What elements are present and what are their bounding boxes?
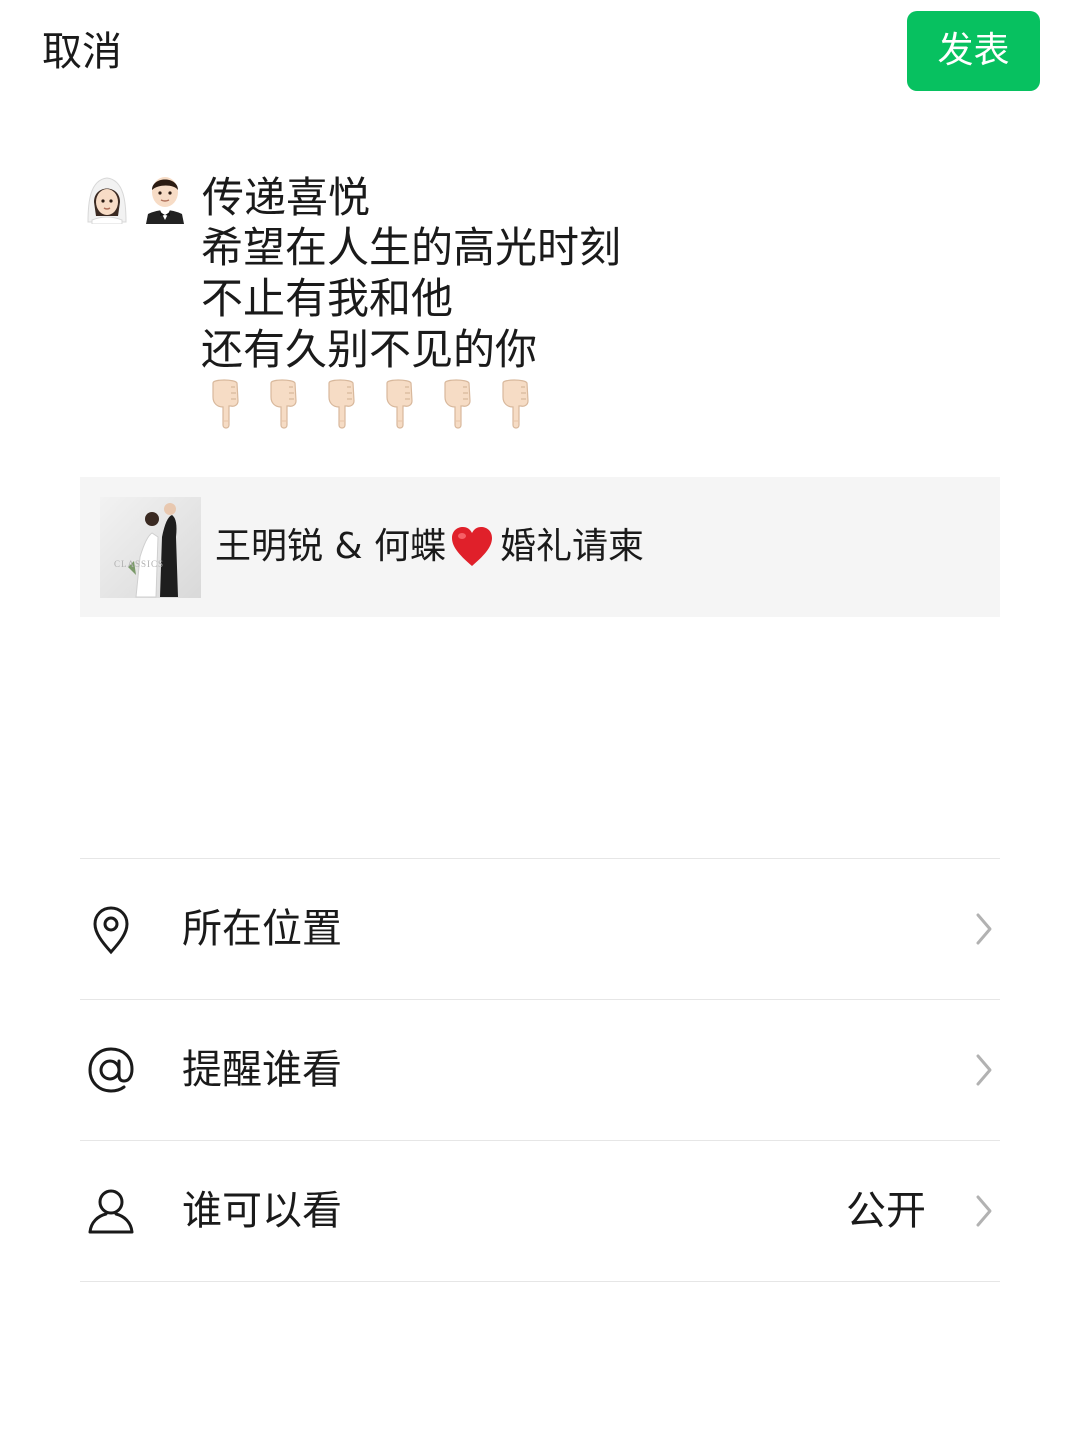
link-title-suffix: 婚礼请柬 bbox=[499, 526, 644, 567]
cancel-button[interactable]: 取消 bbox=[42, 26, 122, 78]
option-visibility-value: 公开 bbox=[846, 1188, 926, 1234]
option-mention-label: 提醒谁看 bbox=[182, 1047, 342, 1093]
post-line-2: 不止有我和他 bbox=[201, 274, 454, 323]
post-line-1: 希望在人生的高光时刻 bbox=[201, 223, 622, 272]
link-card-title: 王明锐 & 何蝶 婚礼请柬 bbox=[215, 525, 644, 569]
backhand-index-pointing-down-emoji bbox=[386, 379, 413, 429]
wedding-photo-thumbnail: CLASSICS bbox=[100, 496, 201, 598]
person-icon bbox=[88, 1189, 134, 1234]
option-visibility-label: 谁可以看 bbox=[182, 1188, 342, 1234]
shared-link-card[interactable]: CLASSICS 王明锐 & 何蝶 婚礼请柬 bbox=[80, 477, 1000, 617]
backhand-index-pointing-down-emoji bbox=[212, 379, 239, 429]
at-sign-icon bbox=[88, 1047, 134, 1093]
link-title-names: 王明锐 & 何蝶 bbox=[215, 526, 446, 567]
post-text-area[interactable]: 传递喜悦 希望在人生的高光时刻 不止有我和他 还有久别不见的你 bbox=[82, 170, 982, 433]
post-first-line-text: 传递喜悦 bbox=[202, 173, 371, 222]
moments-compose-screen: 取消 发表 传递喜悦 希望在人生的高光时刻 不止有我和他 还有久别不见的你 CL… bbox=[0, 0, 1080, 1440]
red-heart-emoji bbox=[451, 527, 492, 566]
divider bbox=[80, 1281, 1000, 1282]
post-options-list: 所在位置 提醒谁看 谁可以看 公开 bbox=[80, 858, 1000, 1282]
location-pin-icon bbox=[93, 906, 129, 955]
bride-emoji bbox=[87, 177, 127, 224]
chevron-right-icon bbox=[976, 1195, 992, 1227]
option-visibility[interactable]: 谁可以看 公开 bbox=[80, 1141, 1000, 1281]
pointer-emoji-row bbox=[205, 377, 982, 433]
option-location[interactable]: 所在位置 bbox=[80, 859, 1000, 999]
backhand-index-pointing-down-emoji bbox=[444, 379, 471, 429]
post-first-line: 传递喜悦 bbox=[82, 170, 982, 226]
svg-text:CLASSICS: CLASSICS bbox=[114, 559, 164, 569]
post-body-lines: 希望在人生的高光时刻 不止有我和他 还有久别不见的你 bbox=[201, 222, 982, 433]
publish-button[interactable]: 发表 bbox=[907, 11, 1040, 91]
post-line-3: 还有久别不见的你 bbox=[201, 325, 538, 374]
option-mention[interactable]: 提醒谁看 bbox=[80, 1000, 1000, 1140]
chevron-right-icon bbox=[976, 1054, 992, 1086]
groom-emoji bbox=[146, 177, 184, 224]
option-location-label: 所在位置 bbox=[182, 906, 342, 952]
chevron-right-icon bbox=[976, 913, 992, 945]
backhand-index-pointing-down-emoji bbox=[502, 379, 529, 429]
backhand-index-pointing-down-emoji bbox=[270, 379, 297, 429]
backhand-index-pointing-down-emoji bbox=[328, 379, 355, 429]
